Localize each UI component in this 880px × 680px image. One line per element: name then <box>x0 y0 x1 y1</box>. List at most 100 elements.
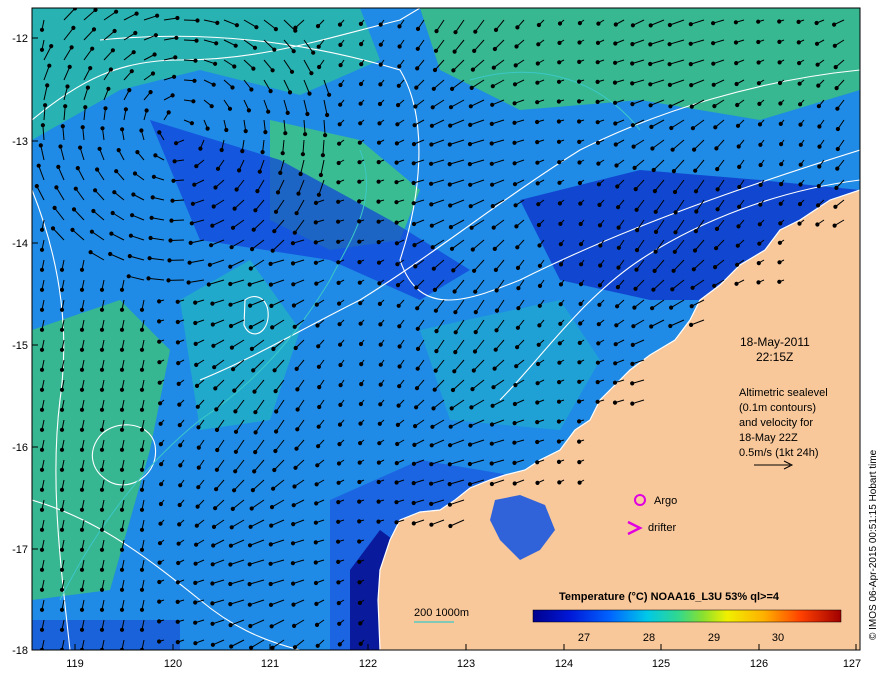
velocity-arrow-head <box>290 561 295 566</box>
velocity-arrow-head <box>337 422 343 427</box>
velocity-arrow-head <box>467 142 473 147</box>
velocity-arrow-head <box>59 607 65 612</box>
velocity-arrow-head <box>39 347 45 352</box>
velocity-arrow-head <box>309 71 314 76</box>
velocity-arrow-head <box>376 240 381 245</box>
velocity-arrow-head <box>271 346 276 352</box>
velocity-arrow-head <box>630 81 635 86</box>
velocity-arrow-head <box>394 220 399 225</box>
velocity-arrow-head <box>378 402 383 407</box>
velocity-arrow-head <box>157 541 163 546</box>
velocity-arrow-head <box>157 319 162 324</box>
velocity-arrow-head <box>598 263 603 268</box>
velocity-arrow-head <box>597 302 602 307</box>
velocity-arrow-head <box>59 367 65 372</box>
velocity-arrow-head <box>79 507 85 512</box>
colorbar-gradient <box>532 609 842 623</box>
velocity-arrow-head <box>779 142 784 147</box>
velocity-arrow-head <box>49 44 54 49</box>
velocity-arrow-head <box>168 238 173 243</box>
velocity-arrow-head <box>146 276 151 281</box>
velocity-arrow-head <box>337 322 342 327</box>
velocity-arrow-head <box>139 307 145 312</box>
velocity-arrow-head <box>106 86 111 91</box>
velocity-arrow-head <box>494 288 499 293</box>
velocity-arrow-head <box>158 421 163 426</box>
velocity-arrow-head <box>214 407 219 412</box>
velocity-arrow-head <box>139 487 145 492</box>
velocity-arrow-head <box>835 106 840 111</box>
velocity-arrow-head <box>735 123 741 128</box>
velocity-arrow-head <box>178 463 183 468</box>
velocity-arrow-head <box>513 63 518 68</box>
velocity-arrow-head <box>630 23 636 28</box>
velocity-arrow-head <box>415 26 421 31</box>
velocity-arrow-head <box>535 460 540 465</box>
velocity-arrow-head <box>376 219 381 224</box>
velocity-arrow-head <box>78 145 83 150</box>
velocity-arrow-head <box>814 41 820 46</box>
velocity-arrow-head <box>816 104 822 109</box>
velocity-arrow-head <box>377 421 382 426</box>
velocity-arrow-head <box>378 42 383 47</box>
velocity-arrow-head <box>715 167 720 172</box>
velocity-arrow-head <box>247 543 253 548</box>
velocity-arrow-head <box>429 161 434 166</box>
velocity-arrow-head <box>240 149 245 154</box>
velocity-arrow-head <box>415 66 420 71</box>
velocity-arrow-head <box>298 171 303 177</box>
drifter-label: drifter <box>648 522 676 534</box>
velocity-arrow-head <box>815 222 820 227</box>
velocity-arrow-head <box>232 488 237 493</box>
velocity-arrow-head <box>189 121 194 126</box>
velocity-arrow-head <box>450 387 456 393</box>
velocity-arrow-head <box>172 74 177 79</box>
velocity-arrow-head <box>430 424 435 429</box>
velocity-arrow-head <box>596 21 601 26</box>
velocity-arrow-head <box>88 250 93 255</box>
velocity-arrow-head <box>212 365 217 370</box>
velocity-arrow-head <box>120 127 125 132</box>
velocity-arrow-head <box>189 221 194 226</box>
velocity-arrow-head <box>307 91 312 96</box>
velocity-arrow-head <box>59 307 65 312</box>
velocity-arrow-head <box>631 324 636 329</box>
velocity-arrow-head <box>414 285 419 290</box>
velocity-arrow-head <box>268 89 273 94</box>
velocity-arrow-head <box>194 542 199 547</box>
velocity-arrow-head <box>758 182 763 187</box>
velocity-arrow-head <box>514 224 519 229</box>
velocity-arrow-head <box>648 61 653 67</box>
time-label: 22:15Z <box>756 350 793 364</box>
velocity-arrow-head <box>734 281 739 286</box>
velocity-arrow-head <box>119 587 125 592</box>
velocity-arrow-head <box>595 120 600 125</box>
velocity-arrow-head <box>295 387 300 392</box>
velocity-arrow-head <box>320 153 325 158</box>
velocity-arrow-head <box>689 322 694 327</box>
velocity-arrow-head <box>397 24 402 29</box>
velocity-arrow-head <box>397 324 402 329</box>
velocity-arrow-head <box>79 307 85 312</box>
velocity-arrow-head <box>257 169 262 174</box>
velocity-arrow-head <box>412 243 417 248</box>
velocity-arrow-head <box>447 502 452 507</box>
velocity-arrow-head <box>193 561 198 566</box>
velocity-arrow-head <box>196 445 201 450</box>
velocity-arrow-head <box>193 320 198 326</box>
velocity-arrow-head <box>273 27 278 32</box>
velocity-arrow-head <box>595 60 600 65</box>
velocity-arrow-head <box>39 227 45 232</box>
velocity-arrow-head <box>557 40 562 46</box>
velocity-arrow-head <box>59 627 65 632</box>
velocity-arrow-head <box>313 200 319 205</box>
velocity-arrow-head <box>667 22 673 28</box>
velocity-arrow-head <box>268 581 273 587</box>
velocity-arrow-head <box>327 92 332 97</box>
velocity-arrow-head <box>535 61 540 66</box>
velocity-arrow-head <box>395 283 401 288</box>
velocity-arrow-head <box>255 189 260 194</box>
velocity-arrow-head <box>97 146 102 151</box>
velocity-arrow-head <box>451 68 456 73</box>
velocity-arrow-head <box>34 184 39 189</box>
